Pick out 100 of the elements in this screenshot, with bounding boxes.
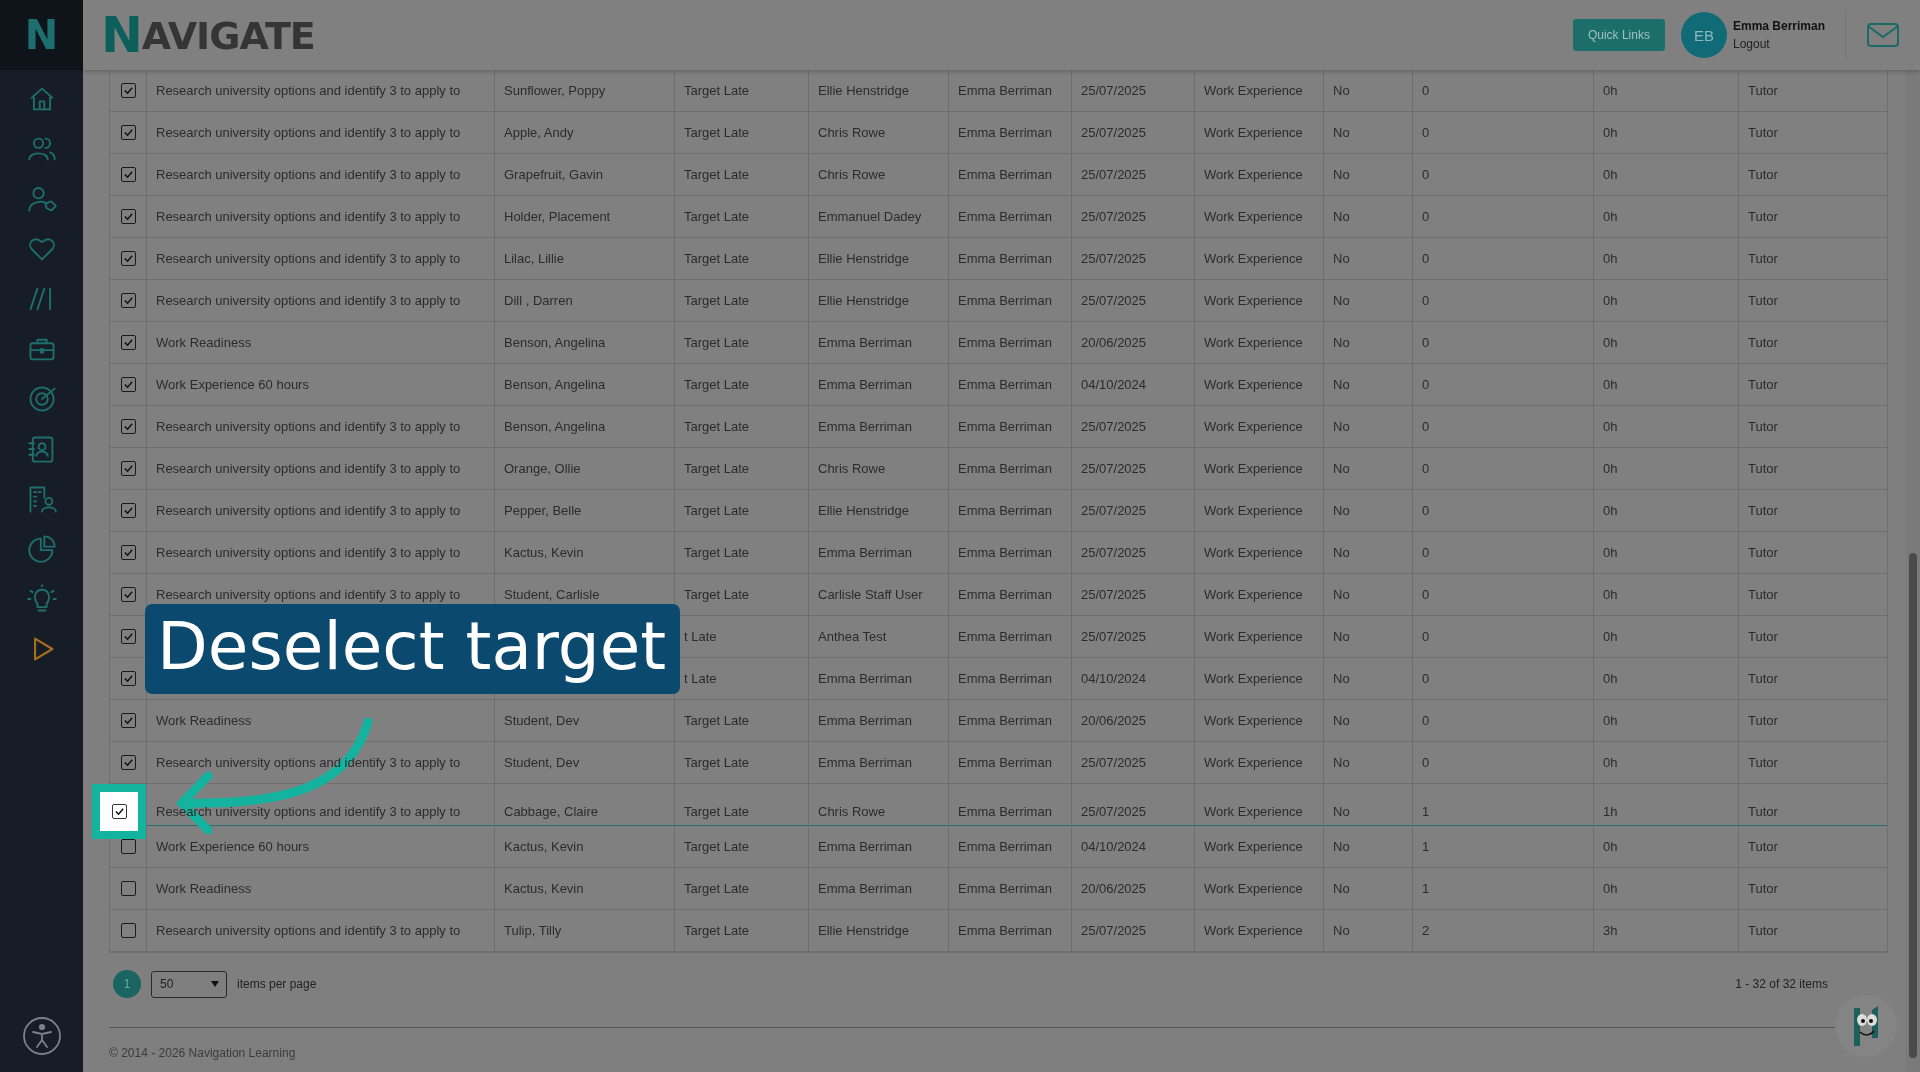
table-cell: Work Experience <box>1204 209 1303 224</box>
checkbox[interactable] <box>120 923 136 938</box>
highlighted-checkbox[interactable] <box>92 784 146 839</box>
table-cell: Work Experience <box>1204 167 1303 182</box>
table-cell: 0h <box>1603 377 1618 392</box>
table-cell: Emma Berriman <box>818 713 912 728</box>
checkbox[interactable] <box>120 209 136 224</box>
table-cell: Anthea Test <box>818 629 887 644</box>
checkbox[interactable] <box>120 251 136 266</box>
table-cell: Research university options and identify 3 to apply to <box>156 167 461 182</box>
table-cell: Sunflower, Poppy <box>504 83 606 98</box>
table-cell: Tutor <box>1748 461 1778 476</box>
table-cell: No <box>1333 671 1350 686</box>
table-cell: Research university options and identify 3 to apply to <box>156 125 461 140</box>
table-cell: Target Late <box>684 83 750 98</box>
logout-link[interactable]: Logout <box>1732 37 1825 51</box>
table-cell: 1 <box>1422 839 1430 854</box>
table-cell: 1 <box>1422 804 1430 819</box>
table-cell: 25/07/2025 <box>1081 629 1147 644</box>
table-cell: Target Late <box>684 503 750 518</box>
checkbox[interactable] <box>120 83 136 98</box>
quick-links-button[interactable]: Quick Links <box>1572 19 1665 51</box>
page-size-dropdown[interactable]: 50 <box>151 970 227 998</box>
table-cell: Emma Berriman <box>958 209 1052 224</box>
table-cell: Emma Berriman <box>818 839 912 854</box>
table-cell: Emma Berriman <box>958 671 1052 686</box>
table-cell: Work Experience <box>1204 503 1303 518</box>
accessibility-icon[interactable] <box>21 1016 62 1056</box>
table-cell: No <box>1333 804 1350 819</box>
table-cell: 25/07/2025 <box>1081 167 1147 182</box>
checkbox[interactable] <box>120 335 136 350</box>
checkbox[interactable] <box>120 545 136 560</box>
table-cell: 0h <box>1603 83 1618 98</box>
table-cell: 0h <box>1603 461 1618 476</box>
nav-icon[interactable] <box>26 584 57 614</box>
table-cell: t Late <box>684 671 717 686</box>
checkbox[interactable] <box>120 671 136 686</box>
table-cell: Tutor <box>1748 755 1778 770</box>
check-icon <box>122 379 134 390</box>
checkbox[interactable] <box>120 629 136 644</box>
table-cell: No <box>1333 335 1350 350</box>
table-cell: Dill , Darren <box>504 293 573 308</box>
check-icon <box>122 421 134 432</box>
table-cell: Cabbage, Claire <box>504 804 598 819</box>
table-cell: 0h <box>1603 713 1618 728</box>
checkbox[interactable] <box>120 587 136 602</box>
table-cell: 0 <box>1422 125 1430 140</box>
checkbox[interactable] <box>120 377 136 392</box>
table-cell: 0h <box>1603 419 1618 434</box>
table-cell: No <box>1333 755 1350 770</box>
table-cell: Emma Berriman <box>958 335 1052 350</box>
table-cell: Tutor <box>1748 629 1778 644</box>
page-button[interactable]: 1 <box>113 970 141 998</box>
table-cell: 0 <box>1422 629 1430 644</box>
table-cell: 25/07/2025 <box>1081 251 1147 266</box>
table-cell: Emma Berriman <box>818 377 912 392</box>
user-avatar[interactable]: EB <box>1680 12 1727 58</box>
table-cell: Work Experience <box>1204 804 1303 819</box>
table-cell: Emma Berriman <box>818 545 912 560</box>
table-cell: No <box>1333 209 1350 224</box>
checkbox[interactable] <box>120 755 136 770</box>
table-cell: Emma Berriman <box>958 923 1052 938</box>
table-cell: Emma Berriman <box>818 419 912 434</box>
scrollbar[interactable] <box>1906 70 1920 1072</box>
checkbox[interactable] <box>120 713 136 728</box>
table-cell: Research university options and identify 3 to apply to <box>156 293 461 308</box>
checkbox[interactable] <box>120 167 136 182</box>
table-cell: No <box>1333 167 1350 182</box>
checkbox[interactable] <box>120 419 136 434</box>
table-cell: Ellie Henstridge <box>818 923 910 938</box>
table-cell: 1h <box>1603 804 1618 819</box>
copyright-text: © 2014 - 2026 Navigation Learning <box>109 1045 297 1060</box>
table-cell: Research university options and identify 3 to apply to <box>156 251 461 266</box>
app-logo[interactable]: N <box>0 0 83 70</box>
checkbox[interactable] <box>111 804 127 819</box>
table-cell: No <box>1333 377 1350 392</box>
checkbox[interactable] <box>120 293 136 308</box>
table-cell: 0h <box>1603 587 1618 602</box>
checkbox[interactable] <box>120 503 136 518</box>
table-cell: No <box>1333 251 1350 266</box>
table-cell: No <box>1333 503 1350 518</box>
table-cell: 0h <box>1603 629 1618 644</box>
checkbox[interactable] <box>120 125 136 140</box>
table-cell: 0 <box>1422 209 1430 224</box>
table-cell: Research university options and identify 3 to apply to <box>156 587 461 602</box>
checkbox[interactable] <box>120 839 136 854</box>
table-cell: Research university options and identify 3 to apply to <box>156 545 461 560</box>
table-cell: No <box>1333 461 1350 476</box>
table-cell: 0h <box>1603 293 1618 308</box>
table-cell: Work Experience 60 hours <box>156 839 309 854</box>
table-cell: 25/07/2025 <box>1081 503 1147 518</box>
nav-icon[interactable] <box>26 534 57 564</box>
checkbox[interactable] <box>120 461 136 476</box>
table-cell: Target Late <box>684 419 750 434</box>
table-cell: 25/07/2025 <box>1081 83 1147 98</box>
checkbox[interactable] <box>120 881 136 896</box>
table-cell: Tutor <box>1748 419 1778 434</box>
table-cell: Tutor <box>1748 335 1778 350</box>
nav-icon[interactable] <box>26 184 57 214</box>
table-cell: Emma Berriman <box>958 881 1052 896</box>
